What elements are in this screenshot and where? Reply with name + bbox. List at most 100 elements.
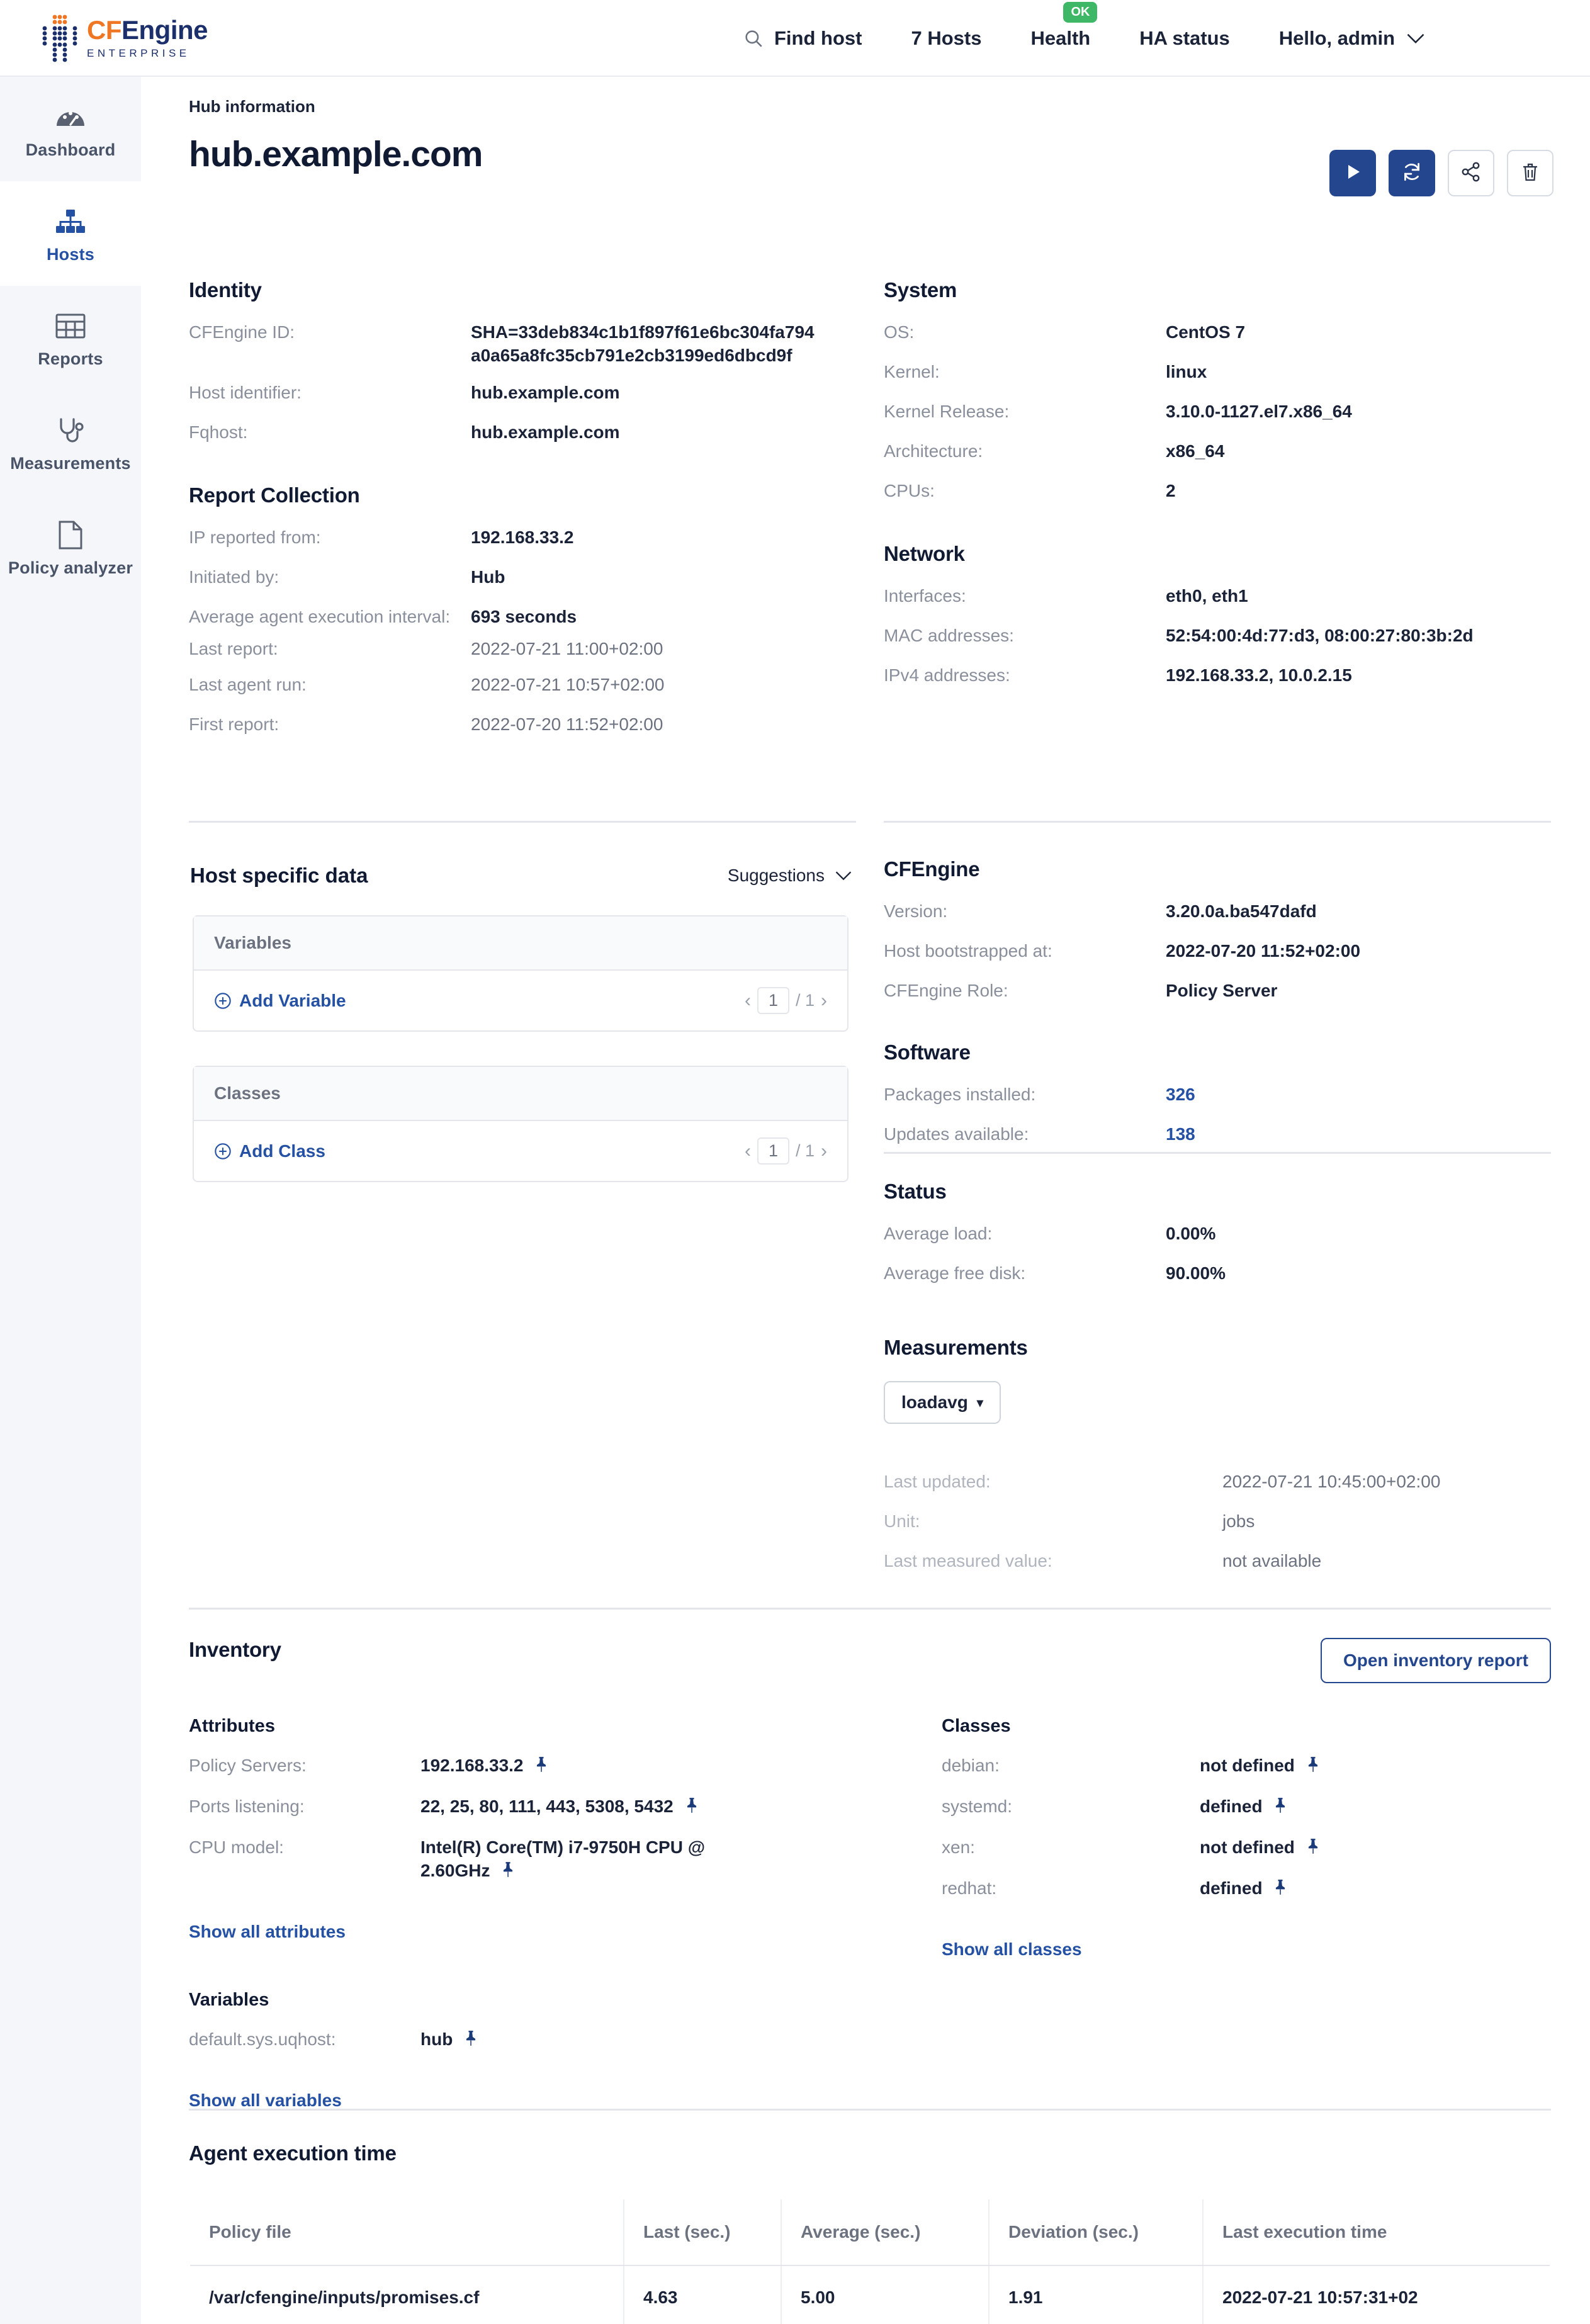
measurement-select-value: loadavg: [901, 1392, 968, 1413]
pin-icon[interactable]: [534, 1756, 548, 1779]
field-value: SHA=33deb834c1b1f897f61e6bc304fa794a0a65…: [471, 321, 823, 368]
hosts-tree-icon: [54, 203, 87, 240]
prev-page-button[interactable]: ‹: [745, 1141, 751, 1162]
show-all-variables-link[interactable]: Show all variables: [189, 2090, 342, 2111]
table-row: /var/cfengine/inputs/promises.cf 4.63 5.…: [189, 2265, 1550, 2324]
pin-icon[interactable]: [1273, 1878, 1287, 1902]
field-label: Policy Servers:: [189, 1754, 420, 1778]
user-menu[interactable]: Hello, admin: [1279, 27, 1425, 50]
packages-installed-link[interactable]: 326: [1166, 1083, 1195, 1107]
cfengine-logo[interactable]: CFEngine ENTERPRISE: [39, 13, 208, 62]
system-heading: System: [884, 278, 1551, 302]
ha-status-nav[interactable]: HA status: [1139, 27, 1230, 50]
field-value: 2022-07-21 10:57+02:00: [471, 674, 665, 697]
system-column: System OS: CentOS 7 Kernel: linux Kernel…: [884, 278, 1551, 704]
table-grid-icon: [55, 308, 86, 344]
field-value: 192.168.33.2: [471, 526, 574, 550]
show-all-classes-link[interactable]: Show all classes: [942, 1939, 1082, 1960]
measurements-row: Last updated: 2022-07-21 10:45:00+02:00: [884, 1470, 1551, 1494]
add-class-button[interactable]: Add Class: [214, 1141, 325, 1161]
field-value: not defined: [1200, 1756, 1295, 1775]
health-label: Health: [1030, 27, 1090, 50]
inventory-classes: Classes debian: not defined systemd:: [942, 1716, 1551, 2111]
field-label: systemd:: [942, 1795, 1200, 1819]
cell-last: 4.63: [624, 2265, 781, 2324]
column-header-policy-file[interactable]: Policy file: [189, 2199, 624, 2265]
sidebar-item-policy-analyzer[interactable]: Policy analyzer: [0, 495, 141, 599]
add-variable-button[interactable]: Add Variable: [214, 991, 346, 1011]
field-label: Initiated by:: [189, 566, 471, 589]
field-value: 3.10.0-1127.el7.x86_64: [1166, 400, 1352, 424]
measurements-row: Unit: jobs: [884, 1510, 1551, 1533]
field-value: Policy Server: [1166, 979, 1277, 1003]
classes-panel: Classes Add Class ‹ 1 / 1: [193, 1066, 849, 1182]
stethoscope-icon: [55, 412, 86, 449]
logo-engine-text: Engine: [121, 15, 208, 45]
prev-page-button[interactable]: ‹: [745, 990, 751, 1012]
field-value: 2022-07-21 11:00+02:00: [471, 638, 663, 661]
add-variable-label: Add Variable: [239, 991, 346, 1011]
find-host-nav[interactable]: Find host: [743, 27, 862, 50]
report-collection-row: IP reported from: 192.168.33.2: [189, 526, 875, 550]
pin-icon[interactable]: [1306, 1837, 1320, 1861]
report-collection-row: First report: 2022-07-20 11:52+02:00: [189, 713, 875, 736]
suggestions-dropdown[interactable]: Suggestions: [728, 866, 852, 886]
network-row: Interfaces: eth0, eth1: [884, 585, 1551, 608]
field-label: Version:: [884, 900, 1166, 923]
report-collection-row: Last agent run: 2022-07-21 10:57+02:00: [189, 674, 875, 697]
page-number-input[interactable]: 1: [757, 1137, 789, 1165]
field-value: 2022-07-20 11:52+02:00: [471, 713, 663, 736]
field-label: Last measured value:: [884, 1550, 1222, 1573]
updates-available-link[interactable]: 138: [1166, 1123, 1195, 1146]
next-page-button[interactable]: ›: [821, 1141, 827, 1162]
document-icon: [57, 517, 84, 553]
refresh-button[interactable]: [1389, 150, 1435, 196]
field-value: Hub: [471, 566, 505, 589]
identity-row: Host identifier: hub.example.com: [189, 381, 875, 405]
inventory-class-row: redhat: defined: [942, 1877, 1551, 1902]
column-header-last[interactable]: Last (sec.): [624, 2199, 781, 2265]
open-inventory-report-button[interactable]: Open inventory report: [1321, 1638, 1551, 1683]
sidebar-item-measurements[interactable]: Measurements: [0, 390, 141, 495]
hosts-count-nav[interactable]: 7 Hosts: [911, 27, 981, 50]
field-label: Ports listening:: [189, 1795, 420, 1819]
pin-icon[interactable]: [1273, 1797, 1287, 1820]
delete-button[interactable]: [1507, 150, 1553, 196]
sidebar-item-hosts[interactable]: Hosts: [0, 181, 141, 286]
agent-execution-heading: Agent execution time: [189, 2141, 1551, 2165]
network-row: MAC addresses: 52:54:00:4d:77:d3, 08:00:…: [884, 624, 1551, 648]
column-header-deviation[interactable]: Deviation (sec.): [989, 2199, 1203, 2265]
field-label: Host bootstrapped at:: [884, 940, 1166, 963]
report-collection-row: Last report: 2022-07-21 11:00+02:00: [189, 638, 875, 661]
chevron-down-icon: [1406, 33, 1425, 44]
pin-icon[interactable]: [1306, 1756, 1320, 1779]
chevron-down-icon: [835, 871, 852, 881]
system-row: Architecture: x86_64: [884, 440, 1551, 463]
variables-panel-title: Variables: [194, 917, 847, 971]
column-header-average[interactable]: Average (sec.): [781, 2199, 989, 2265]
field-value: CentOS 7: [1166, 321, 1245, 344]
run-button[interactable]: [1329, 150, 1376, 196]
next-page-button[interactable]: ›: [821, 990, 827, 1012]
page-number-input[interactable]: 1: [757, 987, 789, 1014]
show-all-attributes-link[interactable]: Show all attributes: [189, 1922, 346, 1942]
field-label: Interfaces:: [884, 585, 1166, 608]
software-row: Updates available: 138: [884, 1123, 1551, 1146]
host-action-buttons: [1329, 150, 1553, 196]
field-label: Last report:: [189, 638, 471, 661]
health-nav[interactable]: Health OK: [1030, 27, 1090, 50]
pin-icon[interactable]: [501, 1861, 515, 1884]
field-label: Updates available:: [884, 1123, 1166, 1146]
sidebar-item-reports[interactable]: Reports: [0, 286, 141, 390]
field-label: Kernel Release:: [884, 400, 1166, 424]
sidebar-item-dashboard[interactable]: Dashboard: [0, 77, 141, 181]
measurement-select[interactable]: loadavg ▾: [884, 1381, 1001, 1424]
inventory-class-row: systemd: defined: [942, 1795, 1551, 1820]
share-button[interactable]: [1448, 150, 1494, 196]
field-value: not available: [1222, 1550, 1321, 1573]
pin-icon[interactable]: [464, 2029, 478, 2053]
top-navigation: Find host 7 Hosts Health OK HA status He…: [743, 0, 1425, 77]
inventory-variable-row: default.sys.uqhost: hub: [189, 2028, 942, 2053]
pin-icon[interactable]: [685, 1797, 699, 1820]
column-header-last-execution-time[interactable]: Last execution time: [1203, 2199, 1550, 2265]
